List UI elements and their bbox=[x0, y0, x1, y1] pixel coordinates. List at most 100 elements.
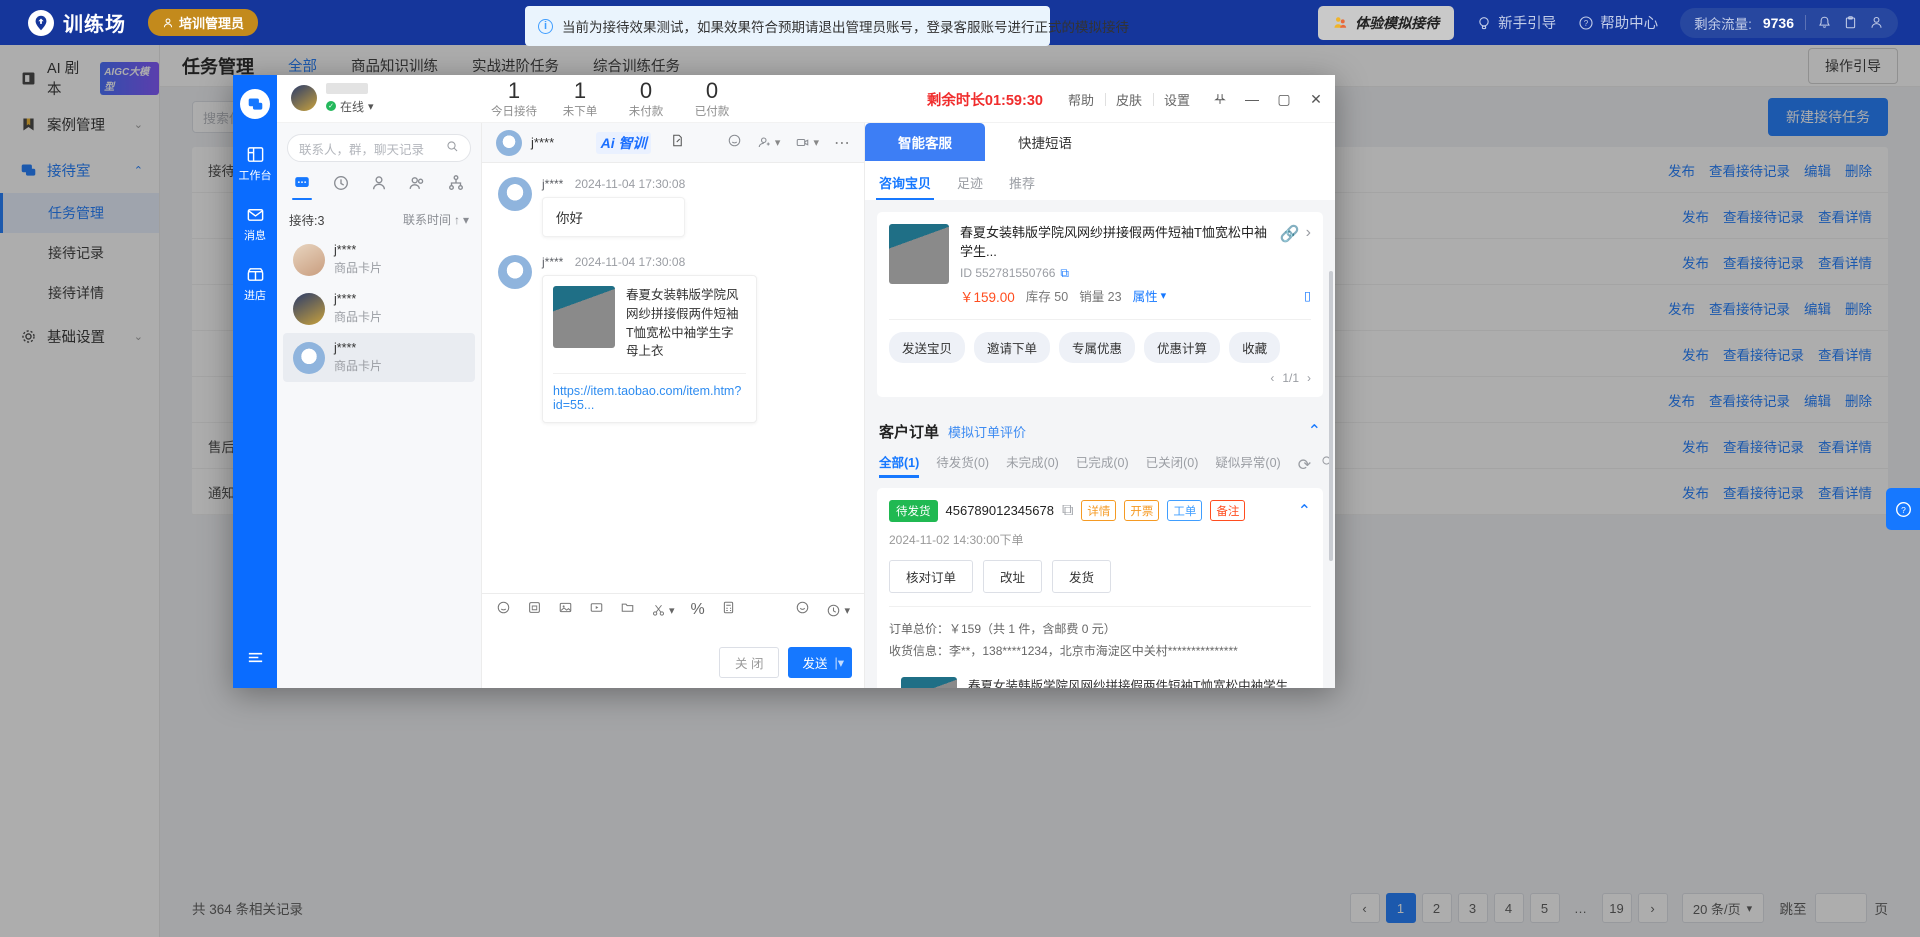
rail-menu-icon[interactable] bbox=[246, 648, 265, 672]
order-tab-all[interactable]: 全部(1) bbox=[879, 452, 920, 478]
chevron-down-icon: ▾ bbox=[462, 212, 469, 227]
agent-status[interactable]: ✓ 在线 ▾ bbox=[326, 98, 374, 115]
contacts-tab-contacts[interactable] bbox=[366, 174, 392, 200]
folder-icon[interactable] bbox=[620, 600, 635, 620]
brand[interactable]: 训练场 bbox=[28, 8, 126, 37]
list-item[interactable]: j**** 商品卡片 bbox=[283, 284, 475, 333]
contacts-tab-groups[interactable] bbox=[404, 174, 430, 200]
close-session-button[interactable]: 关 闭 bbox=[718, 647, 780, 678]
collapse-icon[interactable]: ⌃ bbox=[1308, 421, 1321, 441]
clipboard-icon[interactable] bbox=[1843, 15, 1858, 30]
contacts-sort[interactable]: 联系时间 ↑ ▾ bbox=[403, 211, 469, 228]
panel-scrollbar[interactable] bbox=[1329, 271, 1333, 561]
rail-item-shop[interactable]: 进店 bbox=[233, 265, 277, 303]
simulate-review-link[interactable]: 模拟订单评价 bbox=[948, 422, 1026, 441]
window-link-help[interactable]: 帮助 bbox=[1057, 90, 1105, 109]
order-summary: 订单总价：￥159（共 1 件，含邮费 0 元） 收货信息：李**，138***… bbox=[889, 605, 1311, 664]
order-tab-completed[interactable]: 已完成(0) bbox=[1076, 452, 1129, 478]
emoji-icon[interactable] bbox=[727, 133, 742, 153]
send-button[interactable]: 发送 |▾ bbox=[788, 647, 852, 678]
order-tab-abnormal[interactable]: 疑似异常(0) bbox=[1215, 452, 1280, 478]
exclusive-discount-button[interactable]: 专属优惠 bbox=[1059, 331, 1136, 363]
message-header: j**** Ai 智训 ▾ ▾ ⋯ bbox=[482, 123, 864, 163]
favorite-button[interactable]: 收藏 bbox=[1229, 331, 1281, 363]
message-meta: j**** 2024-11-04 17:30:08 bbox=[542, 177, 685, 191]
link-icon[interactable]: 🔗 bbox=[1280, 224, 1300, 244]
simulate-reception-button[interactable]: 体验模拟接待 bbox=[1318, 5, 1455, 40]
verify-order-button[interactable]: 核对订单 bbox=[889, 559, 974, 593]
product-prev-button[interactable]: ‹ bbox=[1270, 371, 1274, 385]
more-icon[interactable]: ⋯ bbox=[834, 133, 850, 153]
change-address-button[interactable]: 改址 bbox=[983, 559, 1043, 593]
order-tab-closed[interactable]: 已关闭(0) bbox=[1146, 452, 1199, 478]
screenshot-icon[interactable] bbox=[527, 600, 542, 620]
collapse-icon[interactable]: ⌃ bbox=[1298, 501, 1311, 521]
editor-toolbar: ▾ % ▾ bbox=[482, 594, 864, 626]
minimize-icon[interactable]: — bbox=[1239, 86, 1265, 112]
note-icon[interactable] bbox=[670, 133, 685, 153]
chevron-right-icon[interactable]: › bbox=[1306, 224, 1311, 242]
subtab-consulted-item[interactable]: 咨询宝贝 bbox=[875, 173, 935, 200]
speaker-icon[interactable] bbox=[795, 600, 810, 620]
emoji-icon[interactable] bbox=[496, 600, 511, 620]
product-id: ID 552781550766 ⧉ bbox=[960, 266, 1311, 281]
ship-button[interactable]: 发货 bbox=[1052, 559, 1112, 593]
product-card-message[interactable]: 春夏女装韩版学院风网纱拼接假两件短袖T恤宽松中袖学生字母上衣 https://i… bbox=[542, 275, 757, 423]
mobile-icon[interactable]: ▯ bbox=[1304, 288, 1311, 303]
chat-rail: 工作台 消息 进店 bbox=[233, 75, 277, 688]
maximize-icon[interactable]: ▢ bbox=[1271, 86, 1297, 112]
tab-quick-phrases[interactable]: 快捷短语 bbox=[985, 123, 1105, 161]
contacts-tab-history[interactable] bbox=[328, 174, 354, 200]
copy-icon[interactable]: ⧉ bbox=[1060, 266, 1069, 281]
send-item-button[interactable]: 发送宝贝 bbox=[889, 331, 966, 363]
percent-icon[interactable]: % bbox=[691, 601, 705, 619]
rail-item-messages[interactable]: 消息 bbox=[233, 205, 277, 243]
avatar bbox=[293, 292, 325, 325]
subtab-footprint[interactable]: 足迹 bbox=[957, 173, 983, 200]
rail-item-workbench[interactable]: 工作台 bbox=[233, 145, 277, 183]
discount-calc-button[interactable]: 优惠计算 bbox=[1144, 331, 1221, 363]
calc-icon[interactable] bbox=[721, 600, 736, 620]
window-link-skin[interactable]: 皮肤 bbox=[1104, 90, 1153, 109]
order-tab-pending-ship[interactable]: 待发货(0) bbox=[936, 452, 989, 478]
tag-invoice[interactable]: 开票 bbox=[1124, 500, 1160, 522]
history-icon[interactable]: ▾ bbox=[826, 600, 850, 620]
help-float-button[interactable]: ? bbox=[1886, 488, 1920, 530]
product-attribute-toggle[interactable]: 属性 ▾ bbox=[1133, 286, 1167, 305]
image-icon[interactable] bbox=[558, 600, 573, 620]
copy-icon[interactable]: ⧉ bbox=[1062, 502, 1073, 520]
list-item[interactable]: j**** 商品卡片 bbox=[283, 235, 475, 284]
subtab-recommend[interactable]: 推荐 bbox=[1009, 173, 1035, 200]
tab-smart-service[interactable]: 智能客服 bbox=[865, 123, 985, 161]
tag-detail[interactable]: 详情 bbox=[1081, 500, 1117, 522]
product-card-link[interactable]: https://item.taobao.com/item.htm?id=55..… bbox=[553, 373, 746, 412]
close-icon[interactable]: ✕ bbox=[1303, 86, 1329, 112]
message-editor: ▾ % ▾ 关 闭 发送 |▾ bbox=[482, 593, 864, 688]
contact-name: j**** bbox=[334, 292, 357, 306]
invite-order-button[interactable]: 邀请下单 bbox=[974, 331, 1051, 363]
help-center-link[interactable]: ? 帮助中心 bbox=[1578, 12, 1658, 33]
chevron-down-icon: ▾ bbox=[774, 137, 781, 149]
contact-preview: 商品卡片 bbox=[334, 261, 383, 275]
order-tab-incomplete[interactable]: 未完成(0) bbox=[1006, 452, 1059, 478]
product-pager: ‹ 1/1 › bbox=[889, 371, 1311, 385]
video-icon[interactable] bbox=[589, 600, 604, 620]
orders-title: 客户订单 bbox=[879, 423, 940, 441]
contacts-tab-chat[interactable] bbox=[289, 174, 315, 200]
pin-icon[interactable] bbox=[1207, 86, 1233, 112]
tag-remark[interactable]: 备注 bbox=[1210, 500, 1246, 522]
add-user-icon[interactable]: ▾ bbox=[757, 135, 781, 150]
list-item[interactable]: j**** 商品卡片 bbox=[283, 333, 475, 382]
contacts-search-input[interactable]: 联系人，群，聊天记录 bbox=[287, 134, 471, 162]
scissors-icon[interactable]: ▾ bbox=[651, 603, 675, 618]
novice-guide-link[interactable]: 新手引导 bbox=[1476, 12, 1556, 33]
contacts-tab-org[interactable] bbox=[443, 174, 469, 200]
transfer-icon[interactable]: ▾ bbox=[795, 135, 819, 150]
tag-worksheet[interactable]: 工单 bbox=[1167, 500, 1203, 522]
rail-label: 进店 bbox=[244, 290, 266, 302]
account-icon[interactable] bbox=[1869, 15, 1884, 30]
window-link-settings[interactable]: 设置 bbox=[1152, 90, 1201, 109]
product-next-button[interactable]: › bbox=[1307, 371, 1311, 385]
refresh-icon[interactable]: ⟳ bbox=[1298, 455, 1311, 475]
bell-icon[interactable] bbox=[1817, 15, 1832, 30]
